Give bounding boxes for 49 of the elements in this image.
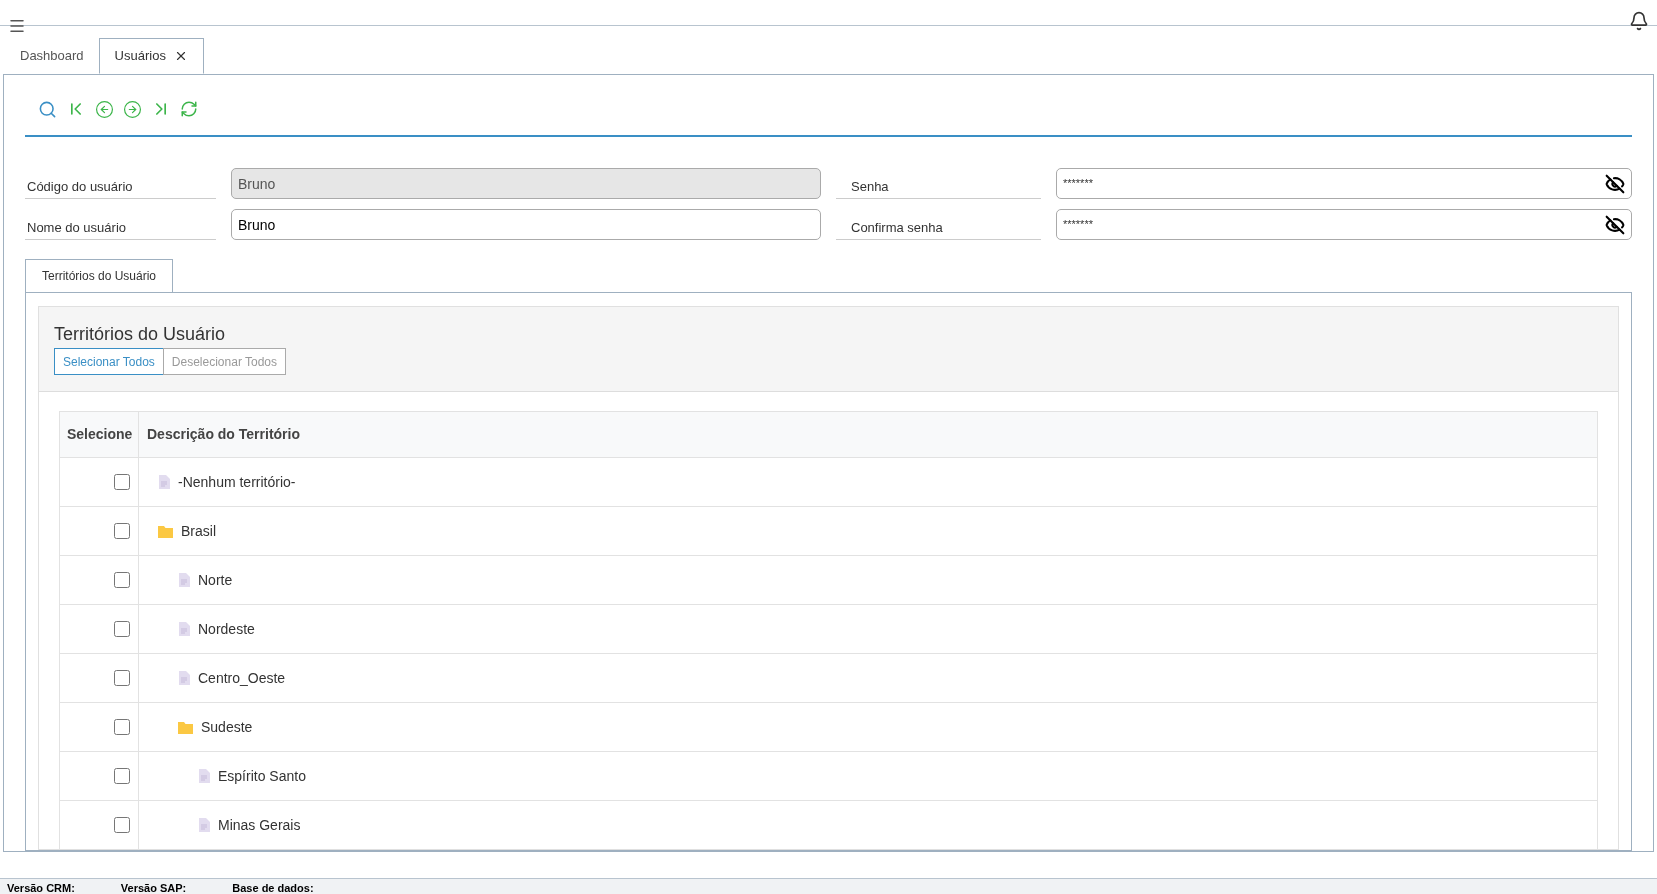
password-field[interactable]: ******* — [1056, 209, 1632, 240]
document-icon — [178, 671, 190, 685]
territory-label[interactable]: Espírito Santo — [218, 765, 306, 787]
field-label: Nome do usuário — [25, 217, 216, 240]
column-header: Selecione — [60, 412, 139, 457]
document-icon — [198, 818, 210, 832]
document-icon — [158, 475, 170, 489]
territory-label[interactable]: Nordeste — [198, 618, 255, 640]
row-checkbox[interactable] — [114, 817, 130, 833]
folder-icon — [178, 720, 193, 734]
territory-label[interactable]: Brasil — [181, 520, 216, 542]
document-icon — [198, 769, 210, 783]
document-icon — [178, 573, 190, 587]
territory-label[interactable]: Centro_Oeste — [198, 667, 286, 689]
status-label: Base de dados: — [232, 882, 314, 894]
row-checkbox[interactable] — [114, 474, 130, 490]
select-button[interactable]: Selecionar Todos — [54, 348, 164, 375]
eye-off-icon[interactable] — [1605, 214, 1625, 235]
folder-icon — [158, 524, 173, 538]
panel-title: Territórios do Usuário — [54, 323, 227, 345]
territory-label[interactable]: Sudeste — [201, 716, 253, 738]
eye-off-icon[interactable] — [1605, 173, 1625, 194]
input-field[interactable]: Bruno — [231, 209, 821, 240]
field-label: Confirma senha — [836, 217, 1041, 240]
column-header: Descrição do Território — [146, 425, 301, 444]
status-label: Versão CRM: — [7, 882, 75, 894]
refresh-icon[interactable] — [180, 100, 198, 118]
row-checkbox[interactable] — [114, 572, 130, 588]
row-checkbox[interactable] — [114, 670, 130, 686]
territory-label[interactable]: Norte — [198, 569, 233, 591]
territory-label[interactable]: -Nenhum território- — [178, 471, 296, 493]
row-checkbox[interactable] — [114, 621, 130, 637]
row-checkbox[interactable] — [114, 719, 130, 735]
previous-icon[interactable] — [95, 99, 114, 119]
menu-icon[interactable] — [8, 17, 26, 35]
territory-label[interactable]: Minas Gerais — [218, 814, 301, 836]
tab[interactable]: Usuários — [98, 38, 204, 74]
field-label: Código do usuário — [25, 176, 216, 199]
row-checkbox[interactable] — [114, 523, 130, 539]
password-field[interactable]: ******* — [1056, 168, 1632, 199]
bell-icon[interactable] — [1629, 11, 1649, 31]
search-icon[interactable] — [38, 99, 57, 119]
status-label: Versão SAP: — [120, 882, 187, 894]
row-checkbox[interactable] — [114, 768, 130, 784]
tab[interactable]: Territórios do Usuário — [25, 259, 174, 293]
next-icon[interactable] — [123, 99, 142, 119]
field-label: Senha — [836, 176, 1041, 199]
document-icon — [178, 622, 190, 636]
tab[interactable]: Dashboard — [5, 38, 99, 74]
